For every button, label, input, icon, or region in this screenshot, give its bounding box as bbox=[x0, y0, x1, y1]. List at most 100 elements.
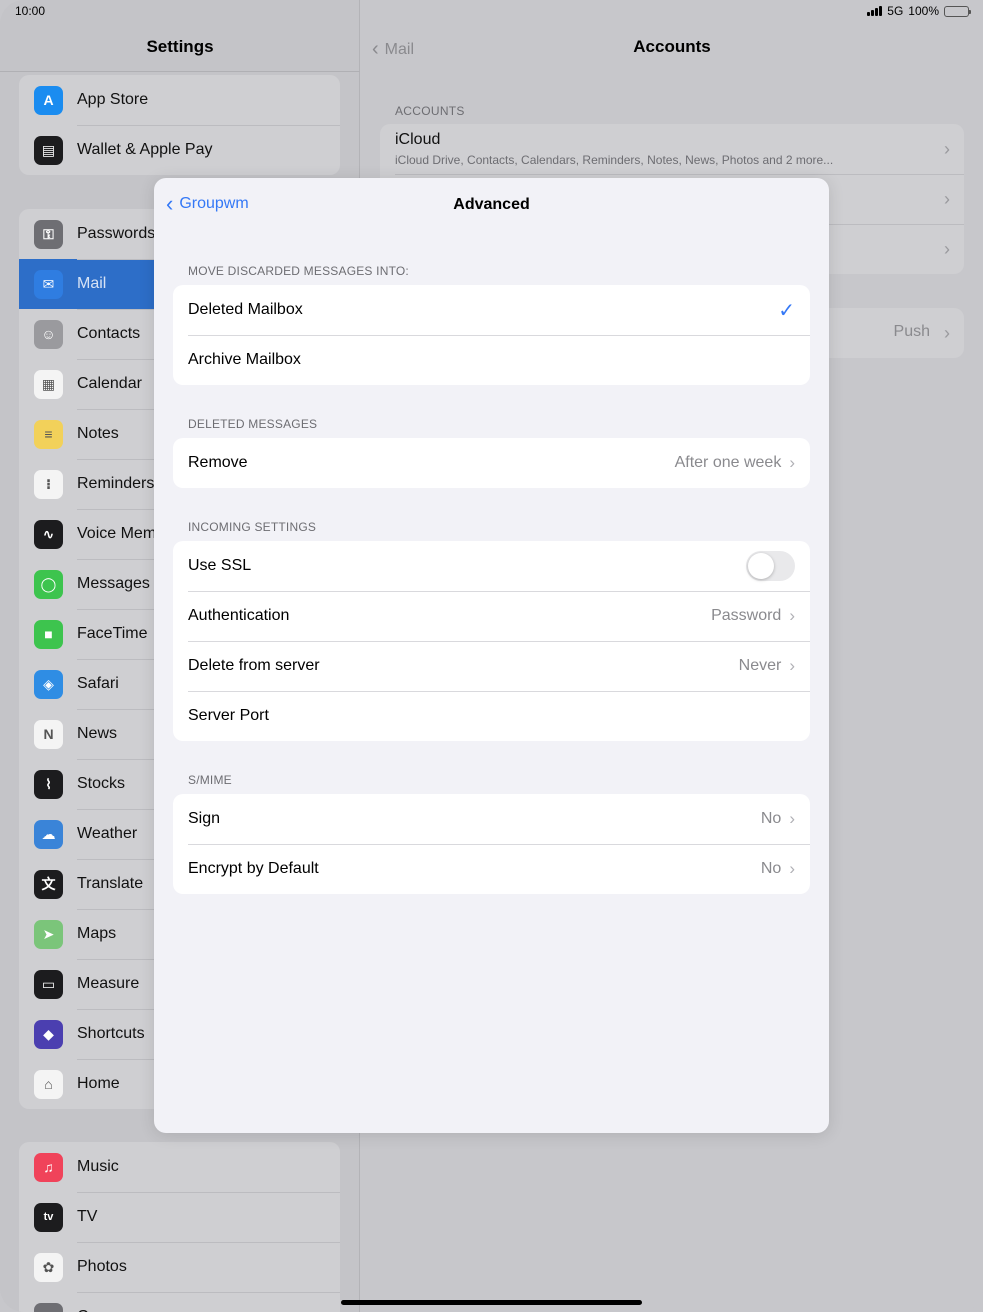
back-label: Mail bbox=[384, 40, 415, 58]
signal-icon bbox=[867, 6, 883, 16]
key-icon: ⚿ bbox=[34, 219, 63, 249]
sidebar-item-camera[interactable]: ◉ Camera bbox=[19, 1292, 340, 1312]
account-row-icloud[interactable]: iCloud iCloud Drive, Contacts, Calendars… bbox=[380, 124, 964, 174]
row-label: Sign bbox=[188, 810, 221, 827]
sidebar-item-photos[interactable]: ✿ Photos bbox=[19, 1242, 340, 1292]
sidebar-item-label: Home bbox=[77, 1075, 120, 1092]
row-label: Encrypt by Default bbox=[188, 860, 319, 877]
measure-icon: ▭ bbox=[34, 969, 63, 999]
row-label: Remove bbox=[188, 454, 248, 471]
smime-card: Sign No › Encrypt by Default No › bbox=[173, 794, 810, 894]
sidebar-item-label: Translate bbox=[77, 875, 144, 892]
chevron-right-icon: › bbox=[944, 323, 950, 343]
move-discarded-card: Deleted Mailbox ✓ Archive Mailbox bbox=[173, 285, 810, 385]
music-icon: ♫ bbox=[34, 1152, 63, 1182]
section-header-smime: S/MIME bbox=[188, 773, 232, 787]
section-header-incoming: INCOMING SETTINGS bbox=[188, 520, 317, 534]
wallet-icon: ▤ bbox=[34, 135, 63, 165]
authentication-value: Password bbox=[711, 607, 782, 624]
use-ssl-toggle[interactable] bbox=[746, 551, 795, 581]
status-indicators: 5G 100% bbox=[867, 4, 971, 18]
network-label: 5G bbox=[887, 4, 904, 18]
notes-icon: ≡ bbox=[34, 419, 63, 449]
sign-row[interactable]: Sign No › bbox=[173, 794, 810, 844]
sidebar-item-label: Shortcuts bbox=[77, 1025, 145, 1042]
section-header-move-discarded: MOVE DISCARDED MESSAGES INTO: bbox=[188, 264, 409, 278]
delete-from-server-row[interactable]: Delete from server Never › bbox=[173, 641, 810, 691]
messages-icon: ◯ bbox=[34, 569, 63, 599]
home-indicator[interactable] bbox=[341, 1300, 642, 1305]
chevron-right-icon: › bbox=[789, 809, 795, 828]
option-archive-mailbox[interactable]: Archive Mailbox bbox=[173, 335, 810, 385]
chevron-right-icon: › bbox=[789, 656, 795, 675]
encrypt-by-default-row[interactable]: Encrypt by Default No › bbox=[173, 844, 810, 894]
sidebar-item-label: Notes bbox=[77, 425, 119, 442]
sidebar-item-wallet[interactable]: ▤ Wallet & Apple Pay bbox=[19, 125, 340, 175]
accounts-section-header: ACCOUNTS bbox=[395, 104, 465, 118]
status-time: 10:00 bbox=[15, 4, 46, 18]
delete-from-server-value: Never bbox=[738, 657, 782, 674]
sidebar-item-label: Passwords bbox=[77, 225, 156, 242]
remove-value: After one week bbox=[674, 454, 782, 471]
use-ssl-row: Use SSL bbox=[173, 541, 810, 591]
server-port-row[interactable]: Server Port bbox=[173, 691, 810, 741]
row-label: Deleted Mailbox bbox=[188, 301, 303, 318]
chevron-right-icon: › bbox=[944, 239, 950, 259]
sidebar-title: Settings bbox=[146, 37, 214, 56]
option-deleted-mailbox[interactable]: Deleted Mailbox ✓ bbox=[173, 285, 810, 335]
safari-icon: ◈ bbox=[34, 669, 63, 699]
sidebar-item-tv[interactable]: tv TV bbox=[19, 1192, 340, 1242]
chevron-right-icon: › bbox=[789, 859, 795, 878]
sign-value: No bbox=[760, 810, 782, 827]
row-label: Authentication bbox=[188, 607, 290, 624]
row-label: Use SSL bbox=[188, 557, 252, 574]
chevron-right-icon: › bbox=[789, 453, 795, 472]
translate-icon: 文 bbox=[34, 869, 63, 899]
sidebar-item-label: FaceTime bbox=[77, 625, 148, 642]
sidebar-item-label: Stocks bbox=[77, 775, 126, 792]
photos-icon: ✿ bbox=[34, 1252, 63, 1282]
sidebar-item-label: Weather bbox=[77, 825, 138, 842]
sidebar-item-label: News bbox=[77, 725, 118, 742]
deleted-messages-card: Remove After one week › bbox=[173, 438, 810, 488]
voice-memos-icon: ∿ bbox=[34, 519, 63, 549]
battery-percent: 100% bbox=[908, 4, 939, 18]
remove-row[interactable]: Remove After one week › bbox=[173, 438, 810, 488]
sidebar-item-label: Contacts bbox=[77, 325, 141, 342]
sidebar-group-media: ♫ Music tv TV ✿ Photos ◉ Camera bbox=[19, 1142, 340, 1312]
stocks-icon: ⌇ bbox=[34, 769, 63, 799]
back-to-mail-button[interactable]: ‹ Mail bbox=[372, 38, 414, 61]
account-description: iCloud Drive, Contacts, Calendars, Remin… bbox=[395, 153, 834, 167]
sidebar-item-label: Photos bbox=[77, 1258, 127, 1275]
sidebar-item-label: Safari bbox=[77, 675, 119, 692]
chevron-left-icon: ‹ bbox=[372, 38, 379, 60]
facetime-icon: ■ bbox=[34, 619, 63, 649]
sidebar-item-app-store[interactable]: A App Store bbox=[19, 75, 340, 125]
weather-icon: ☁ bbox=[34, 819, 63, 849]
sidebar-item-label: Wallet & Apple Pay bbox=[77, 141, 213, 158]
sidebar-item-label: Maps bbox=[77, 925, 117, 942]
mail-icon: ✉ bbox=[34, 269, 63, 299]
shortcuts-icon: ◆ bbox=[34, 1019, 63, 1049]
sidebar-item-label: App Store bbox=[77, 91, 149, 108]
incoming-settings-card: Use SSL Authentication Password › Delete… bbox=[173, 541, 810, 741]
section-header-deleted-messages: DELETED MESSAGES bbox=[188, 417, 318, 431]
sidebar-item-label: Reminders bbox=[77, 475, 155, 492]
account-name: iCloud bbox=[395, 131, 441, 148]
home-icon: ⌂ bbox=[34, 1069, 63, 1099]
sidebar-divider bbox=[0, 71, 360, 72]
row-label: Server Port bbox=[188, 707, 269, 724]
row-label: Delete from server bbox=[188, 657, 320, 674]
camera-icon: ◉ bbox=[34, 1302, 63, 1312]
news-icon: N bbox=[34, 719, 63, 749]
contacts-icon: ☺ bbox=[34, 319, 63, 349]
reminders-icon: ⁝ bbox=[34, 469, 63, 499]
toggle-knob bbox=[748, 553, 774, 579]
authentication-row[interactable]: Authentication Password › bbox=[173, 591, 810, 641]
row-label: Archive Mailbox bbox=[188, 351, 301, 368]
checkmark-icon: ✓ bbox=[778, 299, 795, 322]
sidebar-item-music[interactable]: ♫ Music bbox=[19, 1142, 340, 1192]
battery-icon bbox=[944, 5, 971, 17]
detail-title: Accounts bbox=[633, 37, 711, 56]
chevron-right-icon: › bbox=[944, 189, 950, 209]
